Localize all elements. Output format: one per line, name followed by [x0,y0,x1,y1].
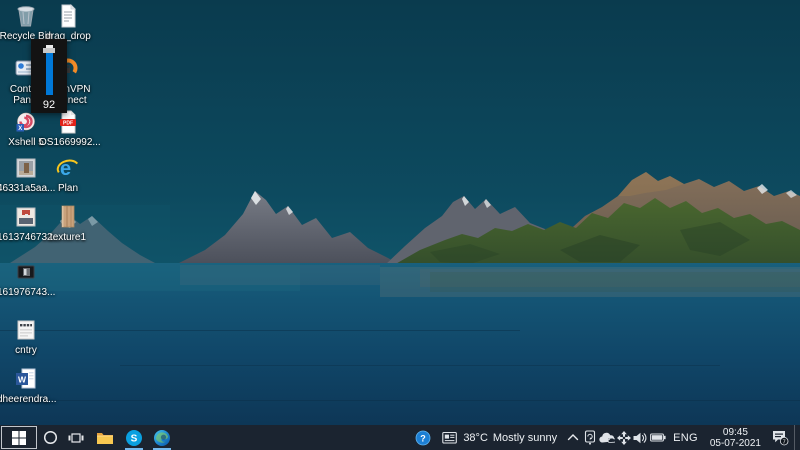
start-button[interactable] [0,425,38,450]
notification-count-badge: 7 [783,439,786,445]
edge-button[interactable] [148,425,176,450]
task-view-icon [68,430,84,446]
skype-icon: S [125,429,143,447]
show-desktop-button[interactable] [794,425,800,450]
device-sync-tray-button[interactable] [581,425,598,450]
windows-logo-icon [12,431,26,445]
internet-explorer-icon: e [55,155,81,181]
clock-time: 09:45 [723,427,748,438]
desktop-icon-label: 161976743... [0,287,55,298]
image-thumbnail-icon [13,259,39,285]
skype-s-glyph: S [131,433,138,444]
desktop-icon-label: Plan [58,183,78,194]
language-indicator[interactable]: ENG [666,432,705,444]
taskbar: S ? 38°C Mostly sunny [0,425,800,450]
news-weather-icon [442,431,458,445]
battery-icon [650,432,666,443]
device-sync-icon [583,430,597,445]
volume-slider[interactable] [41,45,57,95]
news-weather-widget[interactable]: 38°C Mostly sunny [435,425,564,450]
volume-slider-flyout: 92 [31,39,67,113]
wallpaper-mountain-lake [0,0,800,450]
word-file-icon: W [13,366,39,392]
start-focus-box [1,426,37,449]
volume-value: 92 [43,99,55,111]
skype-button[interactable]: S [120,425,148,450]
action-center-button[interactable]: 7 [766,425,794,450]
edge-icon [153,429,171,447]
desktop-icon-label: texture1 [50,232,86,243]
generic-file-icon [13,317,39,343]
help-question-glyph: ? [421,433,427,443]
help-icon: ? [415,430,431,446]
onedrive-cloud-icon [599,432,615,444]
show-hidden-icons-button[interactable] [564,425,581,450]
onedrive-tray-button[interactable] [598,425,615,450]
recycle-bin-icon [13,3,39,29]
volume-icon [633,432,648,444]
file-explorer-icon [96,431,114,445]
desktop-icon-label: cntry [15,345,37,356]
desktop-icon-drag-drop[interactable]: drag_drop [40,3,96,42]
xshell-x-glyph: X [18,126,22,132]
word-w-glyph: W [18,374,27,384]
image-thumbnail-icon [13,155,39,181]
desktop-icon-plan[interactable]: e Plan [40,155,96,194]
pdf-glyph: PDF [63,120,73,126]
image-thumbnail-icon [55,204,81,230]
clock-date: 05-07-2021 [710,438,761,449]
text-file-icon [55,3,81,29]
cortana-circle-icon [43,430,58,445]
get-help-button[interactable]: ? [411,425,435,450]
volume-tray-button[interactable] [632,425,649,450]
volume-slider-thumb[interactable] [43,48,55,53]
four-arrows-tray-button[interactable] [615,425,632,450]
image-thumbnail-icon [13,204,39,230]
desktop-icon-texture1[interactable]: texture1 [40,204,96,243]
file-explorer-button[interactable] [90,425,120,450]
taskbar-clock[interactable]: 09:45 05-07-2021 [705,425,766,450]
desktop-icon-1619-image[interactable]: 161976743... [0,259,54,298]
chevron-up-icon [567,433,579,442]
desktop-icon-label: OS1669992... [39,137,97,148]
weather-temperature: 38°C [463,432,488,444]
system-tray: ? 38°C Mostly sunny [411,425,800,450]
battery-tray-button[interactable] [649,425,666,450]
desktop-icon-cntry[interactable]: cntry [0,317,54,356]
desktop-icon-dheerendra[interactable]: W dheerendra... [0,366,54,405]
four-arrows-icon [617,431,631,445]
desktop-icon-label: dheerendra... [0,394,55,405]
weather-condition: Mostly sunny [493,432,557,444]
cortana-search-button[interactable] [38,425,62,450]
task-view-button[interactable] [62,425,90,450]
desktop-icon-os-pdf[interactable]: PDF OS1669992... [40,109,96,148]
windows-desktop: Recycle Bin drag_drop Control Panel Open… [0,0,800,450]
action-center-icon: 7 [771,429,789,446]
